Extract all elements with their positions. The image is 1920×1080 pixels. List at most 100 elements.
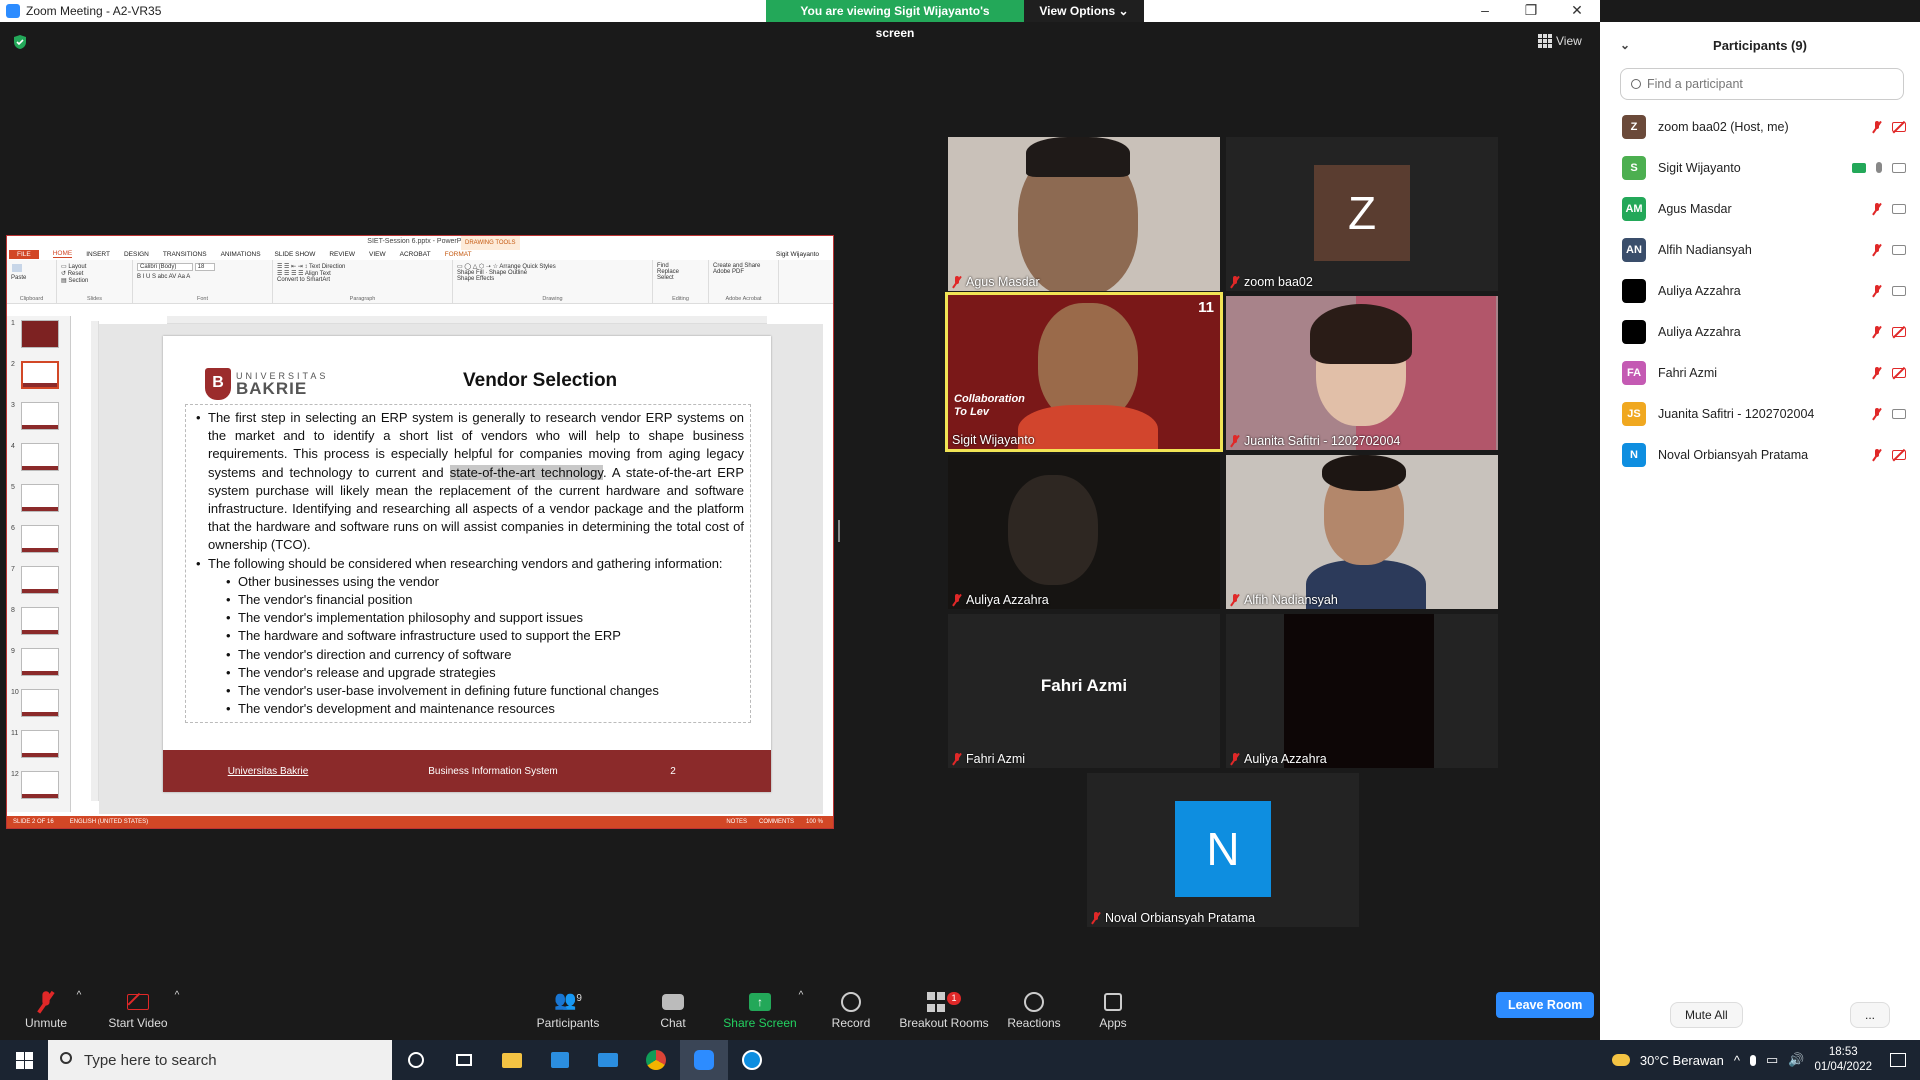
slide-thumbnail[interactable]: 9 — [7, 644, 70, 685]
video-off-icon[interactable] — [1892, 326, 1906, 337]
windows-start-icon[interactable] — [0, 1040, 48, 1080]
share-options-caret[interactable]: ^ — [796, 990, 806, 1016]
video-on-icon[interactable] — [1892, 203, 1906, 214]
weather-text[interactable]: 30°C Berawan — [1640, 1053, 1724, 1068]
slide-thumbnail[interactable]: 2 — [7, 357, 70, 398]
mic-on-icon[interactable] — [1876, 162, 1882, 173]
slide-title[interactable]: Vendor Selection — [463, 370, 617, 392]
muted-mic-icon[interactable] — [1872, 448, 1882, 461]
minimize-icon[interactable]: – — [1462, 0, 1508, 22]
audio-options-caret[interactable]: ^ — [74, 990, 84, 1016]
mute-all-button[interactable]: Mute All — [1670, 1002, 1743, 1028]
mail-icon[interactable] — [584, 1040, 632, 1080]
reactions-button[interactable]: Reactions — [1006, 990, 1062, 1030]
participant-row[interactable]: Auliya Azzahra — [1600, 311, 1920, 352]
muted-mic-icon[interactable] — [1872, 284, 1882, 297]
comments-button[interactable]: COMMENTS — [759, 819, 794, 825]
slide-thumbnail[interactable]: 7 — [7, 562, 70, 603]
view-options-button[interactable]: View Options ⌄ — [1024, 0, 1144, 22]
slide-thumbnail[interactable]: 1 — [7, 316, 70, 357]
leave-room-button[interactable]: Leave Room — [1496, 992, 1595, 1018]
quick-styles-button[interactable]: Quick Styles — [522, 264, 555, 270]
tab-animations[interactable]: ANIMATIONS — [221, 251, 261, 258]
share-screen-button[interactable]: ↑ Share Screen — [720, 990, 800, 1030]
weather-icon[interactable] — [1611, 1054, 1630, 1066]
shape-outline-button[interactable]: Shape Outline — [489, 270, 527, 276]
tab-slide-show[interactable]: SLIDE SHOW — [275, 251, 316, 258]
convert-smartart-button[interactable]: Convert to SmartArt — [277, 277, 330, 283]
notes-button[interactable]: NOTES — [726, 819, 747, 825]
video-on-icon[interactable] — [1892, 162, 1906, 173]
participant-row[interactable]: N Noval Orbiansyah Pratama — [1600, 434, 1920, 475]
video-tile[interactable]: N Noval Orbiansyah Pratama — [1087, 773, 1359, 927]
slide-body-textbox[interactable]: The first step in selecting an ERP syste… — [185, 404, 751, 724]
more-options-button[interactable]: ... — [1849, 1002, 1890, 1028]
video-tile[interactable]: Agus Masdar — [948, 137, 1220, 291]
encryption-shield-icon[interactable] — [12, 34, 28, 50]
task-view-icon[interactable] — [440, 1040, 488, 1080]
tab-format[interactable]: FORMAT — [445, 251, 472, 258]
muted-mic-icon[interactable] — [1872, 243, 1882, 256]
file-explorer-icon[interactable] — [488, 1040, 536, 1080]
participant-row[interactable]: Auliya Azzahra — [1600, 270, 1920, 311]
participant-row[interactable]: S Sigit Wijayanto — [1600, 147, 1920, 188]
slide-thumbnail[interactable]: 10 — [7, 685, 70, 726]
chat-button[interactable]: Chat — [648, 990, 698, 1030]
video-tile[interactable]: Juanita Safitri - 1202702004 — [1226, 296, 1498, 450]
network-icon[interactable]: ▭ — [1766, 1052, 1778, 1068]
chevron-up-icon[interactable]: ^ — [1734, 1053, 1740, 1068]
slide-thumbnail[interactable]: 4 — [7, 439, 70, 480]
store-icon[interactable] — [536, 1040, 584, 1080]
start-video-button[interactable]: Start Video — [104, 990, 172, 1030]
apps-button[interactable]: Apps — [1096, 990, 1130, 1030]
zoom-taskbar-icon[interactable] — [680, 1040, 728, 1080]
tab-view[interactable]: VIEW — [369, 251, 386, 258]
participant-row[interactable]: FA Fahri Azmi — [1600, 352, 1920, 393]
shared-screen-powerpoint[interactable]: SIET-Session 6.pptx - PowerPoint DRAWING… — [6, 235, 834, 829]
participant-search-input[interactable]: Find a participant — [1620, 68, 1904, 100]
taskbar-search-input[interactable]: Type here to search — [48, 1040, 392, 1080]
reset-button[interactable]: ↺ Reset — [61, 270, 128, 277]
tab-design[interactable]: DESIGN — [124, 251, 149, 258]
current-slide[interactable]: B UNIVERSITAS BAKRIE Vendor Selection Th… — [163, 336, 771, 792]
slide-thumbnail[interactable]: 6 — [7, 521, 70, 562]
zoom-level[interactable]: 100 % — [806, 819, 823, 825]
breakout-rooms-button[interactable]: 1 Breakout Rooms — [896, 990, 992, 1030]
restore-icon[interactable]: ❐ — [1508, 0, 1554, 22]
chrome-icon[interactable] — [632, 1040, 680, 1080]
participant-row[interactable]: AN Alfih Nadiansyah — [1600, 229, 1920, 270]
section-button[interactable]: ▤ Section — [61, 277, 128, 284]
muted-mic-icon[interactable] — [1872, 202, 1882, 215]
font-size-select[interactable]: 18 — [194, 263, 215, 271]
tab-file[interactable]: FILE — [9, 249, 39, 259]
video-tile[interactable]: Fahri Azmi Fahri Azmi — [948, 614, 1220, 768]
tab-transitions[interactable]: TRANSITIONS — [163, 251, 207, 258]
taskbar-clock[interactable]: 18:53 01/04/2022 — [1814, 1045, 1872, 1075]
teamviewer-icon[interactable] — [728, 1040, 776, 1080]
participants-button[interactable]: 👥9 Participants — [530, 990, 606, 1030]
participant-row[interactable]: Z zoom baa02 (Host, me) — [1600, 106, 1920, 147]
slide-thumbnail[interactable]: 11 — [7, 726, 70, 767]
create-share-pdf-button[interactable]: Create and Share Adobe PDF — [713, 263, 774, 275]
video-on-icon[interactable] — [1892, 408, 1906, 419]
cortana-icon[interactable] — [392, 1040, 440, 1080]
slide-thumbnail[interactable]: 8 — [7, 603, 70, 644]
video-tile-active-speaker[interactable]: Collaboration To Lev 11 Sigit Wijayanto — [945, 292, 1223, 452]
unmute-button[interactable]: Unmute — [18, 990, 74, 1030]
paste-icon[interactable] — [12, 264, 22, 272]
tab-insert[interactable]: INSERT — [86, 251, 110, 258]
slide-thumbnail[interactable]: 12 — [7, 767, 70, 808]
video-on-icon[interactable] — [1892, 244, 1906, 255]
muted-mic-icon[interactable] — [1872, 366, 1882, 379]
slide-thumbnail[interactable]: 3 — [7, 398, 70, 439]
record-button[interactable]: Record — [828, 990, 874, 1030]
muted-mic-icon[interactable] — [1872, 120, 1882, 133]
video-off-icon[interactable] — [1892, 449, 1906, 460]
layout-button[interactable]: ▭ Layout — [61, 263, 128, 270]
collapse-chevron-icon[interactable]: ⌄ — [1620, 38, 1630, 52]
tab-review[interactable]: REVIEW — [329, 251, 355, 258]
video-tile[interactable]: Auliya Azzahra — [948, 455, 1220, 609]
video-tile[interactable]: Auliya Azzahra — [1226, 614, 1498, 768]
participant-row[interactable]: JS Juanita Safitri - 1202702004 — [1600, 393, 1920, 434]
slide-thumbnail[interactable]: 5 — [7, 480, 70, 521]
